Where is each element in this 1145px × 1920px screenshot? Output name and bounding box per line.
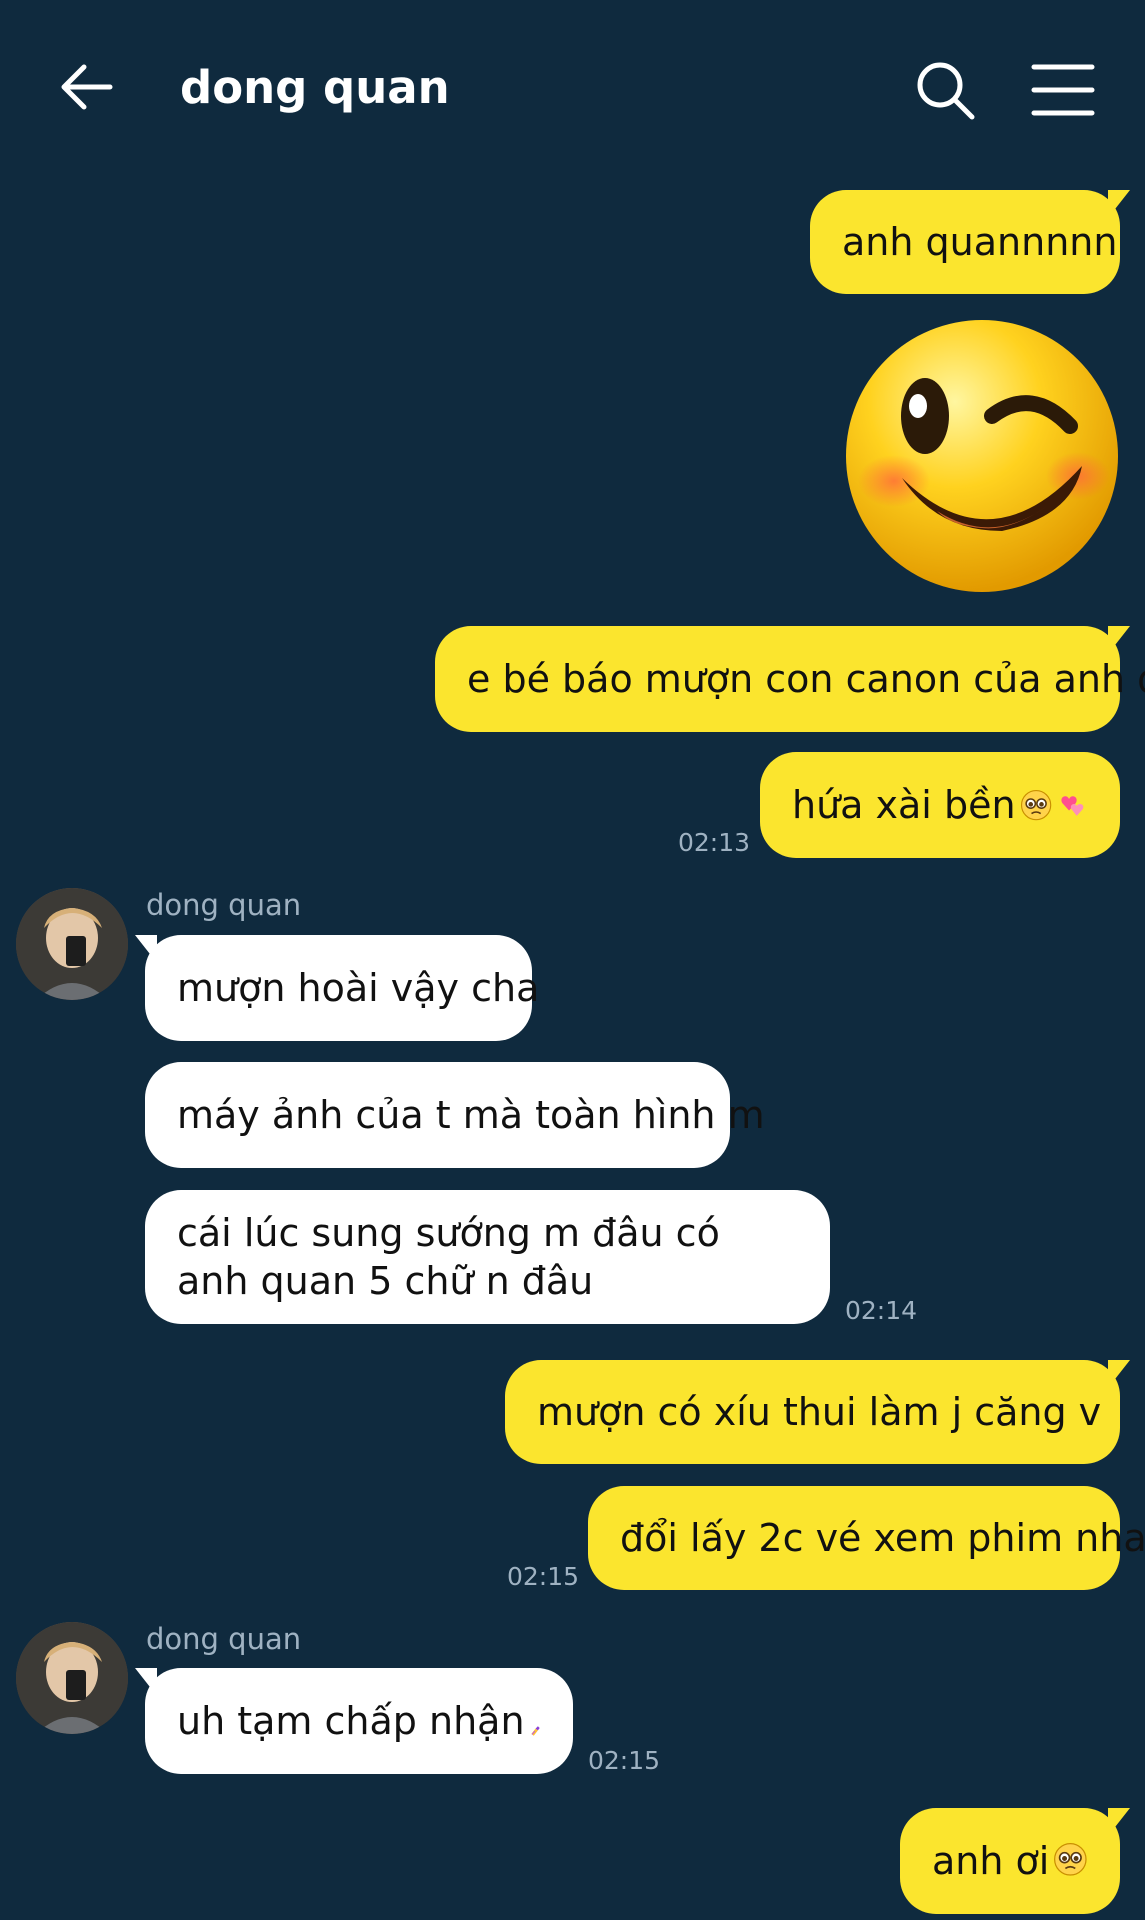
pleading-face-icon xyxy=(1020,784,1052,826)
message-text: uh tạm chấp nhận xyxy=(177,1699,525,1743)
chat-title: dong quan xyxy=(180,61,450,114)
message-bubble-outgoing[interactable]: e bé báo mượn con canon của anh đi xyxy=(435,626,1145,732)
message-text: đổi lấy 2c vé xem phim nha xyxy=(620,1516,1145,1560)
message-bubble-incoming[interactable]: cái lúc sung sướng m đâu có anh quan 5 c… xyxy=(145,1190,830,1324)
winking-face-sticker[interactable] xyxy=(842,316,1122,596)
sender-name: dong quan xyxy=(146,888,302,922)
chat-screen: dong quan anh quannnnn e bé báo mượn con… xyxy=(0,0,1145,1920)
message-bubble-outgoing[interactable]: anh ơi xyxy=(900,1808,1130,1914)
message-text: hứa xài bền xyxy=(792,783,1016,827)
two-hearts-icon xyxy=(1056,784,1088,826)
message-bubble-outgoing[interactable]: anh quannnnn xyxy=(810,190,1130,294)
hamburger-menu-icon[interactable] xyxy=(1028,55,1098,125)
message-bubble-outgoing[interactable]: hứa xài bền xyxy=(760,752,1120,858)
pleading-face-icon xyxy=(1053,1840,1088,1882)
message-text: e bé báo mượn con canon của anh đi xyxy=(467,657,1145,701)
message-text: mượn hoài vậy cha xyxy=(177,966,540,1010)
message-text: anh ơi xyxy=(932,1839,1050,1883)
avatar[interactable] xyxy=(16,888,128,1000)
back-arrow-icon[interactable] xyxy=(52,52,122,122)
chat-header: dong quan xyxy=(0,0,1145,172)
nail-polish-icon xyxy=(529,1700,541,1742)
avatar[interactable] xyxy=(16,1622,128,1734)
search-icon[interactable] xyxy=(910,55,980,125)
message-bubble-outgoing[interactable]: mượn có xíu thui làm j căng v xyxy=(505,1360,1145,1469)
message-bubble-incoming[interactable]: mượn hoài vậy cha xyxy=(135,935,539,1041)
message-bubble-incoming[interactable]: máy ảnh của t mà toàn hình m xyxy=(145,1062,765,1168)
message-timestamp: 02:14 xyxy=(845,1296,918,1325)
message-timestamp: 02:15 xyxy=(588,1746,661,1775)
message-text: mượn có xíu thui làm j căng v xyxy=(537,1390,1102,1434)
message-text: anh quannnnn xyxy=(842,220,1118,264)
message-bubble-incoming[interactable]: uh tạm chấp nhận xyxy=(135,1668,573,1774)
message-timestamp: 02:13 xyxy=(678,828,751,857)
sender-name: dong quan xyxy=(146,1622,302,1656)
message-timestamp: 02:15 xyxy=(507,1562,580,1591)
message-text: cái lúc sung sướng m đâu có anh quan 5 c… xyxy=(177,1211,720,1303)
message-text: máy ảnh của t mà toàn hình m xyxy=(177,1093,765,1137)
message-bubble-outgoing[interactable]: đổi lấy 2c vé xem phim nha xyxy=(588,1486,1145,1590)
